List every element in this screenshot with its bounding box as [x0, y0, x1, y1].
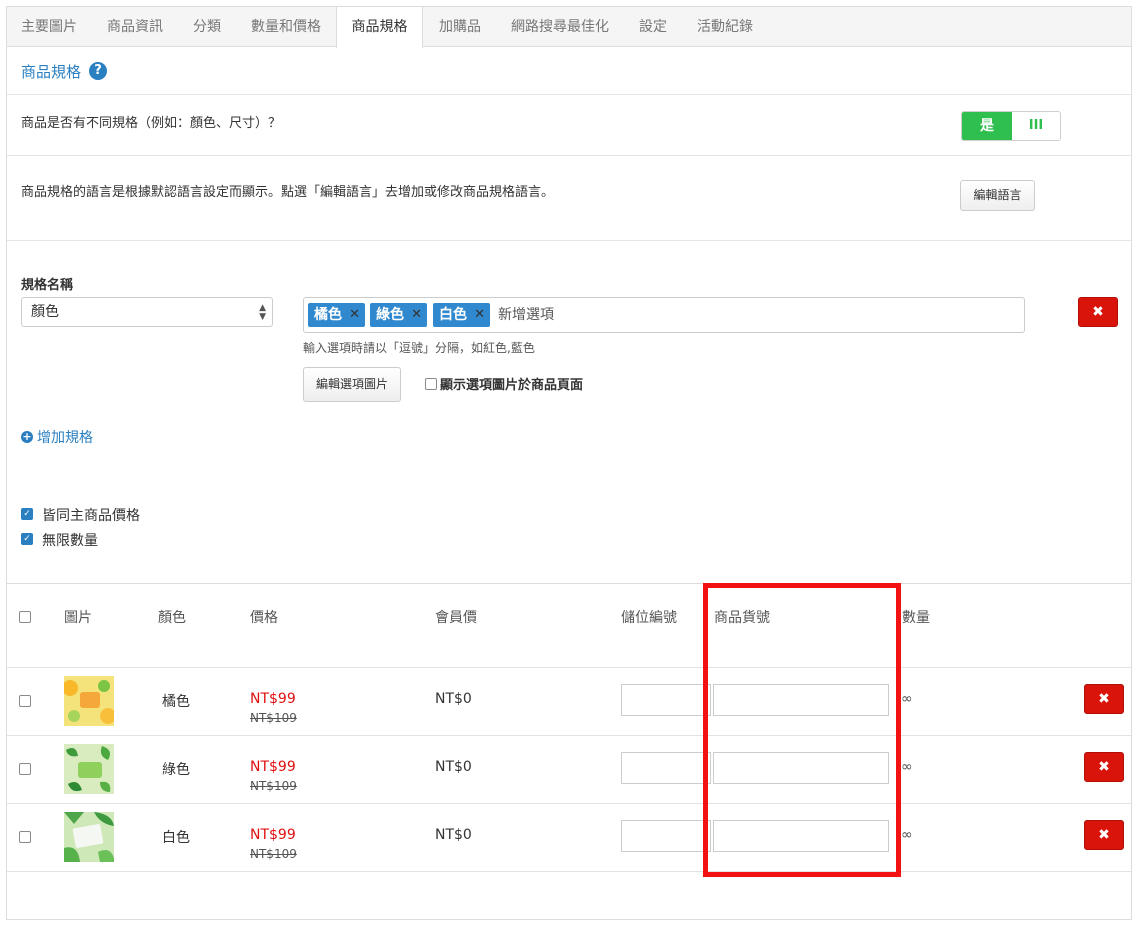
divider [7, 667, 1131, 668]
same-price-checkbox[interactable]: ✓ [21, 508, 33, 520]
toggle-yes[interactable]: 是 [962, 112, 1012, 140]
variant-original-price: NT$109 [250, 847, 297, 861]
tab-seo[interactable]: 網路搜尋最佳化 [511, 7, 609, 47]
variants-question-label: 商品是否有不同規格（例如：顏色、尺寸）？ [21, 116, 282, 131]
toggle-off-icon[interactable]: III [1012, 112, 1060, 140]
storage-code-input[interactable] [621, 820, 711, 852]
spec-name-select[interactable]: 顏色 ▲ ▼ [21, 297, 273, 327]
variant-member-price: NT$0 [435, 827, 472, 843]
option-tag: 橘色 ✕ [308, 303, 365, 327]
variants-toggle[interactable]: 是 III [961, 111, 1061, 141]
tab-quantity-price[interactable]: 數量和價格 [251, 7, 321, 47]
column-header-image: 圖片 [64, 610, 92, 626]
variant-color: 白色 [162, 830, 190, 846]
delete-spec-button[interactable]: ✖ [1078, 297, 1118, 327]
divider [7, 871, 1131, 872]
edit-language-button[interactable]: 編輯語言 [960, 180, 1035, 211]
section-title: 商品規格 [21, 63, 82, 81]
delete-row-button[interactable]: ✖ [1084, 752, 1124, 782]
column-header-storage-code: 儲位編號 [621, 610, 677, 626]
help-icon[interactable]: ? [89, 62, 107, 80]
option-tag-label: 白色 [439, 307, 467, 323]
variant-original-price: NT$109 [250, 711, 297, 725]
delete-row-button[interactable]: ✖ [1084, 820, 1124, 850]
storage-code-input[interactable] [621, 684, 711, 716]
variant-color: 橘色 [162, 694, 190, 710]
add-spec-link[interactable]: 增加規格 [37, 427, 93, 447]
variant-image[interactable] [64, 812, 114, 862]
tab-bar: 主要圖片 商品資訊 分類 數量和價格 商品規格 加購品 網路搜尋最佳化 設定 活… [7, 7, 1131, 48]
variant-price: NT$99 [250, 827, 296, 843]
show-images-label: 顯示選項圖片於商品頁面 [440, 378, 584, 393]
remove-tag-icon[interactable]: ✕ [411, 303, 422, 327]
edit-option-images-button[interactable]: 編輯選項圖片 [303, 367, 401, 402]
remove-tag-icon[interactable]: ✕ [349, 303, 360, 327]
tab-settings[interactable]: 設定 [639, 7, 667, 47]
select-arrows-icon: ▲ ▼ [259, 303, 266, 322]
column-header-price: 價格 [250, 610, 278, 626]
variant-quantity: ∞ [901, 691, 913, 707]
sku-column-highlight [703, 583, 901, 877]
column-header-color: 顏色 [158, 610, 186, 626]
spec-name-label: 規格名稱 [21, 278, 74, 293]
storage-code-input[interactable] [621, 752, 711, 784]
variant-color: 綠色 [162, 762, 190, 778]
variant-member-price: NT$0 [435, 691, 472, 707]
delete-row-button[interactable]: ✖ [1084, 684, 1124, 714]
product-spec-panel: 主要圖片 商品資訊 分類 數量和價格 商品規格 加購品 網路搜尋最佳化 設定 活… [6, 6, 1132, 920]
tab-product-spec[interactable]: 商品規格 [336, 7, 423, 48]
column-header-quantity: 數量 [902, 610, 930, 626]
tab-category[interactable]: 分類 [193, 7, 221, 47]
variant-price: NT$99 [250, 759, 296, 775]
remove-tag-icon[interactable]: ✕ [474, 303, 485, 327]
show-images-checkbox[interactable] [425, 378, 437, 390]
select-all-checkbox[interactable] [19, 611, 31, 623]
option-tag-label: 橘色 [314, 307, 342, 323]
spec-options-input[interactable]: 橘色 ✕ 綠色 ✕ 白色 ✕ 新增選項 [303, 297, 1025, 333]
tab-activity-log[interactable]: 活動紀錄 [697, 7, 753, 47]
variant-member-price: NT$0 [435, 759, 472, 775]
variant-image[interactable] [64, 744, 114, 794]
same-price-label: 皆同主商品價格 [42, 508, 140, 524]
column-header-member-price: 會員價 [435, 610, 477, 626]
row-checkbox[interactable] [19, 831, 31, 843]
language-note: 商品規格的語言是根據默認語言設定而顯示。點選「編輯語言」去增加或修改商品規格語言… [21, 185, 555, 200]
variant-price: NT$99 [250, 691, 296, 707]
unlimited-quantity-checkbox[interactable]: ✓ [21, 533, 33, 545]
variant-quantity: ∞ [901, 759, 913, 775]
option-tag: 綠色 ✕ [370, 303, 427, 327]
option-tag-label: 綠色 [376, 307, 404, 323]
variant-image[interactable] [64, 676, 114, 726]
spec-name-selected: 顏色 [31, 304, 59, 320]
divider [7, 155, 1131, 156]
add-option-input[interactable]: 新增選項 [498, 298, 554, 332]
divider [7, 94, 1131, 95]
variant-quantity: ∞ [901, 827, 913, 843]
row-checkbox[interactable] [19, 763, 31, 775]
tab-product-info[interactable]: 商品資訊 [107, 7, 163, 47]
divider [7, 583, 1131, 584]
option-tag: 白色 ✕ [433, 303, 490, 327]
row-checkbox[interactable] [19, 695, 31, 707]
add-spec-icon[interactable]: + [21, 431, 33, 443]
divider [7, 803, 1131, 804]
divider [7, 735, 1131, 736]
options-hint: 輸入選項時請以「逗號」分隔，如紅色,藍色 [303, 341, 535, 355]
divider [7, 240, 1131, 241]
tab-add-ons[interactable]: 加購品 [439, 7, 481, 47]
unlimited-quantity-label: 無限數量 [42, 533, 98, 549]
variant-original-price: NT$109 [250, 779, 297, 793]
tab-main-images[interactable]: 主要圖片 [21, 7, 77, 47]
